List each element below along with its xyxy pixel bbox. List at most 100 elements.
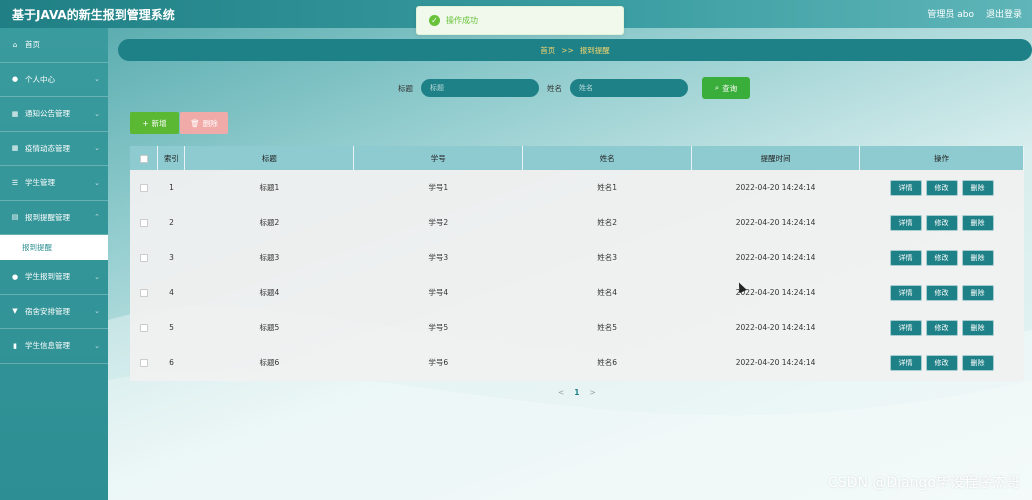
delete-button-label: 删除 — [202, 118, 218, 128]
cell-name: 姓名2 — [597, 218, 618, 227]
bar-chart-icon: ▮ — [13, 341, 17, 350]
chevron-down-icon: ⌄ — [94, 272, 100, 281]
success-toast: ✓ 操作成功 — [416, 6, 624, 35]
current-page[interactable]: 1 — [574, 388, 579, 397]
column-header: 学号 — [353, 146, 524, 170]
cell-name: 姓名5 — [597, 323, 618, 332]
row-delete-button[interactable]: 删除 — [961, 284, 994, 301]
watermark: CSDN @Django毕设程序杰哥 — [828, 475, 1020, 491]
row-delete-button[interactable]: 删除 — [961, 179, 994, 196]
search-button-label: 查询 — [722, 83, 738, 93]
row-checkbox[interactable] — [139, 184, 148, 192]
cell-name: 姓名1 — [597, 183, 618, 192]
sidebar-item-dorm[interactable]: ▼ 宿舍安排管理 ⌄ — [0, 295, 108, 329]
detail-button[interactable]: 详情 — [889, 354, 922, 371]
edit-button[interactable]: 修改 — [925, 284, 958, 301]
grid-icon: ▦ — [11, 144, 19, 153]
add-button[interactable]: + 新增 — [130, 112, 179, 134]
search-button[interactable]: ⌕ 查询 — [702, 77, 750, 99]
sidebar-item-epidemic[interactable]: ▦ 疫情动态管理 ⌄ — [0, 132, 108, 166]
row-checkbox[interactable] — [139, 254, 148, 262]
row-checkbox-cell — [130, 240, 158, 275]
list-icon: ☰ — [11, 178, 19, 187]
cell-student-id: 学号5 — [428, 323, 449, 332]
table-row: 3 标题3 学号3 姓名3 2022-04-20 14:24:14 详情 修改 删除 — [130, 240, 1024, 275]
sidebar-item-info[interactable]: ▮ 学生信息管理 ⌄ — [0, 329, 108, 364]
chevron-down-icon: ⌄ — [94, 307, 100, 316]
detail-button[interactable]: 详情 — [889, 319, 922, 336]
edit-button[interactable]: 修改 — [925, 214, 958, 231]
table-row: 4 标题4 学号4 姓名4 2022-04-20 14:24:14 详情 修改 删除 — [130, 275, 1024, 310]
app-title: 基于JAVA的新生报到管理系统 — [12, 8, 175, 22]
sidebar-item-students[interactable]: ☰ 学生管理 ⌄ — [0, 166, 108, 201]
sidebar-item-reminder-mgmt[interactable]: ▤ 报到提醒管理 ⌃ — [0, 201, 108, 235]
row-checkbox[interactable] — [139, 359, 148, 367]
toast-message: 操作成功 — [446, 16, 478, 25]
row-checkbox[interactable] — [139, 219, 148, 227]
chevron-down-icon: ⌄ — [94, 178, 100, 187]
filter-icon: ▼ — [12, 307, 18, 316]
edit-button[interactable]: 修改 — [925, 249, 958, 266]
row-delete-button[interactable]: 删除 — [961, 354, 994, 371]
detail-button[interactable]: 详情 — [889, 284, 922, 301]
name-filter-label: 姓名 — [547, 83, 562, 93]
edit-button[interactable]: 修改 — [925, 179, 958, 196]
pagination: < 1 > — [558, 388, 596, 397]
title-search-input[interactable] — [421, 79, 539, 97]
sidebar-item-label: 学生管理 — [25, 178, 55, 188]
sidebar: ⌂ 首页 ● 个人中心 ⌄ ▦ 通知公告管理 ⌄ ▦ 疫情动态管理 ⌄ ☰ 学生… — [0, 28, 108, 500]
table-row: 6 标题6 学号6 姓名6 2022-04-20 14:24:14 详情 修改 删除 — [130, 345, 1024, 380]
row-checkbox-cell — [130, 205, 158, 240]
cell-title: 标题6 — [259, 358, 280, 367]
column-header: 操作 — [859, 146, 1024, 170]
logout-link[interactable]: 退出登录 — [986, 7, 1022, 20]
cell-name: 姓名6 — [597, 358, 618, 367]
cell-index: 4 — [169, 288, 174, 297]
next-page-button[interactable]: > — [590, 388, 596, 397]
cell-student-id: 学号4 — [428, 288, 449, 297]
sidebar-subitem-reminder[interactable]: 报到提醒 — [0, 235, 108, 260]
row-delete-button[interactable]: 删除 — [961, 214, 994, 231]
detail-button[interactable]: 详情 — [889, 214, 922, 231]
sidebar-item-notice[interactable]: ▦ 通知公告管理 ⌄ — [0, 97, 108, 132]
detail-button[interactable]: 详情 — [889, 249, 922, 266]
search-form: 标题 姓名 — [398, 79, 688, 97]
detail-button[interactable]: 详情 — [889, 179, 922, 196]
row-checkbox[interactable] — [139, 289, 148, 297]
cell-index: 6 — [169, 358, 174, 367]
breadcrumb-home[interactable]: 首页 — [540, 45, 555, 56]
table-row: 2 标题2 学号2 姓名2 2022-04-20 14:24:14 详情 修改 删除 — [130, 205, 1024, 240]
row-delete-button[interactable]: 删除 — [961, 319, 994, 336]
edit-button[interactable]: 修改 — [925, 319, 958, 336]
row-checkbox-cell — [130, 170, 158, 205]
table-row: 1 标题1 学号1 姓名1 2022-04-20 14:24:14 详情 修改 删除 — [130, 170, 1024, 205]
title-filter-label: 标题 — [398, 83, 413, 93]
row-checkbox[interactable] — [139, 324, 148, 332]
prev-page-button[interactable]: < — [558, 388, 564, 397]
breadcrumb: 首页 >> 报到提醒 — [118, 39, 1032, 61]
sidebar-item-home[interactable]: ⌂ 首页 — [0, 28, 108, 63]
name-search-input[interactable] — [570, 79, 688, 97]
edit-button[interactable]: 修改 — [925, 354, 958, 371]
sidebar-item-personal[interactable]: ● 个人中心 ⌄ — [0, 63, 108, 97]
cell-student-id: 学号3 — [428, 253, 449, 262]
admin-user-link[interactable]: 管理员 abo — [927, 7, 974, 20]
column-header: 索引 — [157, 146, 186, 170]
chevron-down-icon: ⌄ — [94, 341, 100, 350]
search-icon: ⌕ — [714, 83, 720, 92]
sidebar-item-checkin[interactable]: ● 学生报到管理 ⌄ — [0, 260, 108, 295]
cell-student-id: 学号1 — [428, 183, 449, 192]
cell-name: 姓名3 — [597, 253, 618, 262]
cell-title: 标题2 — [259, 218, 280, 227]
row-delete-button[interactable]: 删除 — [961, 249, 994, 266]
sidebar-item-label: 疫情动态管理 — [25, 143, 70, 153]
cell-title: 标题5 — [259, 323, 280, 332]
row-checkbox-cell — [130, 275, 158, 310]
bulk-delete-button[interactable]: 🗑 删除 — [180, 112, 228, 134]
column-header: 标题 — [184, 146, 355, 170]
sidebar-item-label: 学生信息管理 — [25, 341, 70, 351]
cell-title: 标题3 — [259, 253, 280, 262]
cell-index: 2 — [169, 218, 174, 227]
cell-actions: 详情 修改 删除 — [860, 170, 1024, 205]
select-all-checkbox[interactable] — [139, 154, 148, 163]
